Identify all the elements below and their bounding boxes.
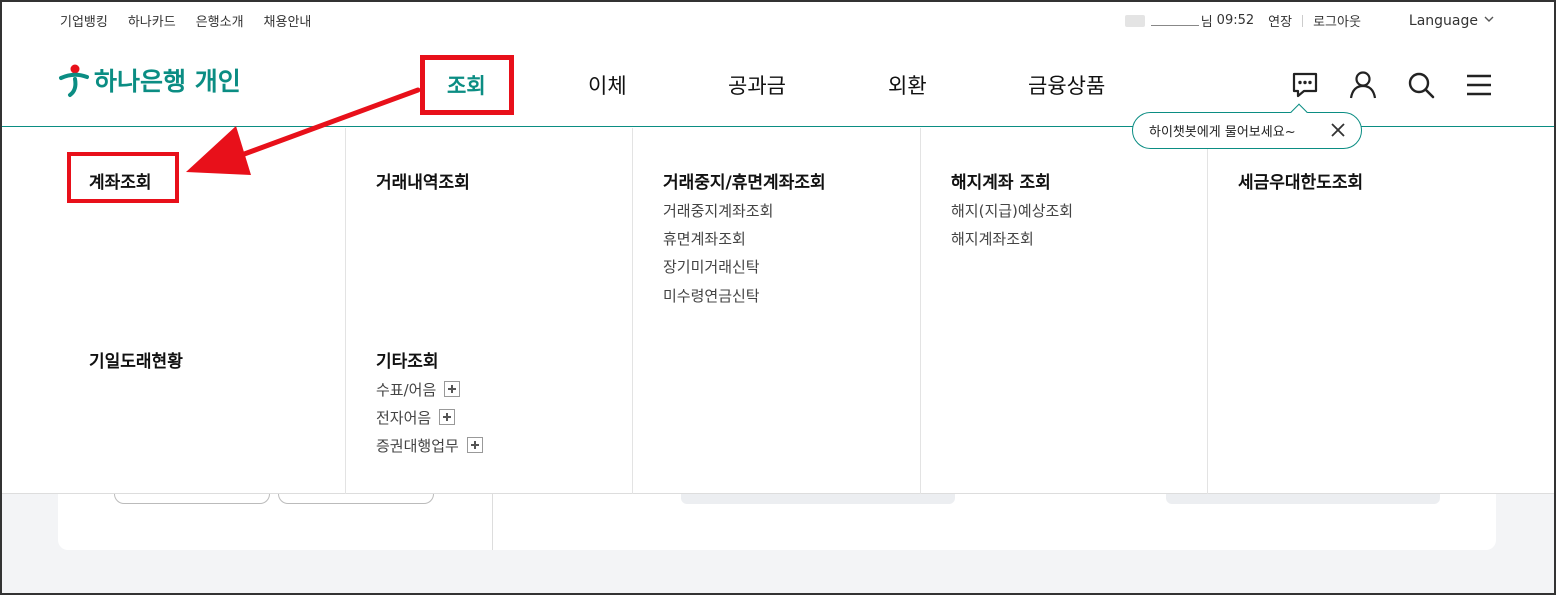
menu-sub-long-term-trust[interactable]: 장기미거래신탁 [663, 256, 760, 277]
nav-foreign-exchange[interactable]: 외환 [888, 70, 927, 100]
column-divider [632, 128, 633, 494]
user-name-redacted [1150, 16, 1199, 26]
menu-icon[interactable] [1464, 70, 1494, 100]
session-timer: 09:52 [1216, 13, 1255, 28]
background-bar [1166, 494, 1440, 504]
search-icon[interactable] [1406, 70, 1436, 100]
link-hana-card[interactable]: 하나카드 [128, 11, 176, 30]
divider [1302, 14, 1304, 27]
menu-sub-expected-payment[interactable]: 해지(지급)예상조회 [951, 200, 1073, 221]
background-divider [492, 494, 493, 550]
user-suffix: 님 [1200, 15, 1213, 30]
column-divider [920, 128, 921, 494]
extend-session-button[interactable]: 연장 [1268, 11, 1292, 30]
chatbot-tooltip[interactable]: 하이챗봇에게 물어보세요~ [1132, 103, 1362, 149]
plus-icon[interactable] [439, 409, 456, 425]
header-icons [1290, 70, 1494, 100]
utility-links: 기업뱅킹 하나카드 은행소개 채용안내 [60, 11, 311, 30]
menu-sub-suspended-account[interactable]: 거래중지계좌조회 [663, 200, 773, 221]
mega-menu: 계좌조회 거래내역조회 거래중지/휴면계좌조회 거래중지계좌조회 휴면계좌조회 … [0, 128, 1556, 494]
highlight-box-nav [420, 55, 514, 115]
chatbot-icon[interactable] [1290, 70, 1320, 100]
menu-tax-benefit-limit[interactable]: 세금우대한도조회 [1238, 168, 1363, 193]
background-bar [681, 494, 955, 504]
highlight-box-menu [67, 152, 179, 203]
chatbot-tooltip-text: 하이챗봇에게 물어보세요~ [1149, 125, 1296, 140]
menu-closed-account-inquiry[interactable]: 해지계좌 조회 [951, 168, 1051, 193]
link-corporate-banking[interactable]: 기업뱅킹 [60, 11, 108, 30]
nav-financial-products[interactable]: 금융상품 [1028, 70, 1105, 100]
menu-sub-securities-agency[interactable]: 증권대행업무 [376, 435, 483, 456]
nav-utility-bills[interactable]: 공과금 [728, 70, 786, 100]
user-badge [1124, 14, 1145, 27]
link-bank-intro[interactable]: 은행소개 [196, 11, 244, 30]
plus-icon[interactable] [444, 381, 461, 397]
menu-sub-dormant-account[interactable]: 휴면계좌조회 [663, 228, 746, 249]
menu-sub-unclaimed-pension[interactable]: 미수령연금신탁 [663, 285, 760, 306]
language-label: Language [1408, 12, 1478, 29]
column-divider [1207, 128, 1208, 494]
menu-sub-securities-agency-label: 증권대행업무 [376, 437, 459, 455]
utility-bar: 기업뱅킹 하나카드 은행소개 채용안내 님 09:52 연장 로그아웃 Lang… [0, 0, 1556, 42]
language-selector[interactable]: Language [1409, 13, 1494, 29]
menu-dormant-account-inquiry[interactable]: 거래중지/휴면계좌조회 [663, 168, 826, 193]
plus-icon[interactable] [466, 437, 483, 453]
menu-sub-check-bill[interactable]: 수표/어음 [376, 379, 461, 400]
menu-transaction-history[interactable]: 거래내역조회 [376, 168, 470, 193]
menu-sub-check-bill-label: 수표/어음 [376, 381, 437, 399]
logout-button[interactable]: 로그아웃 [1313, 11, 1361, 30]
close-icon[interactable] [1329, 121, 1347, 139]
chevron-down-icon [1484, 15, 1494, 26]
session-area: 님 09:52 연장 로그아웃 Language [1124, 11, 1494, 30]
column-divider [345, 128, 346, 494]
menu-sub-closed-account[interactable]: 해지계좌조회 [951, 228, 1034, 249]
menu-sub-electronic-bill-label: 전자어음 [376, 409, 432, 427]
menu-other-inquiry[interactable]: 기타조회 [376, 347, 439, 372]
link-recruitment[interactable]: 채용안내 [264, 11, 312, 30]
menu-sub-electronic-bill[interactable]: 전자어음 [376, 407, 456, 428]
nav-transfer[interactable]: 이체 [588, 70, 627, 100]
user-icon[interactable] [1348, 70, 1378, 100]
menu-maturity-status[interactable]: 기일도래현황 [89, 347, 183, 372]
